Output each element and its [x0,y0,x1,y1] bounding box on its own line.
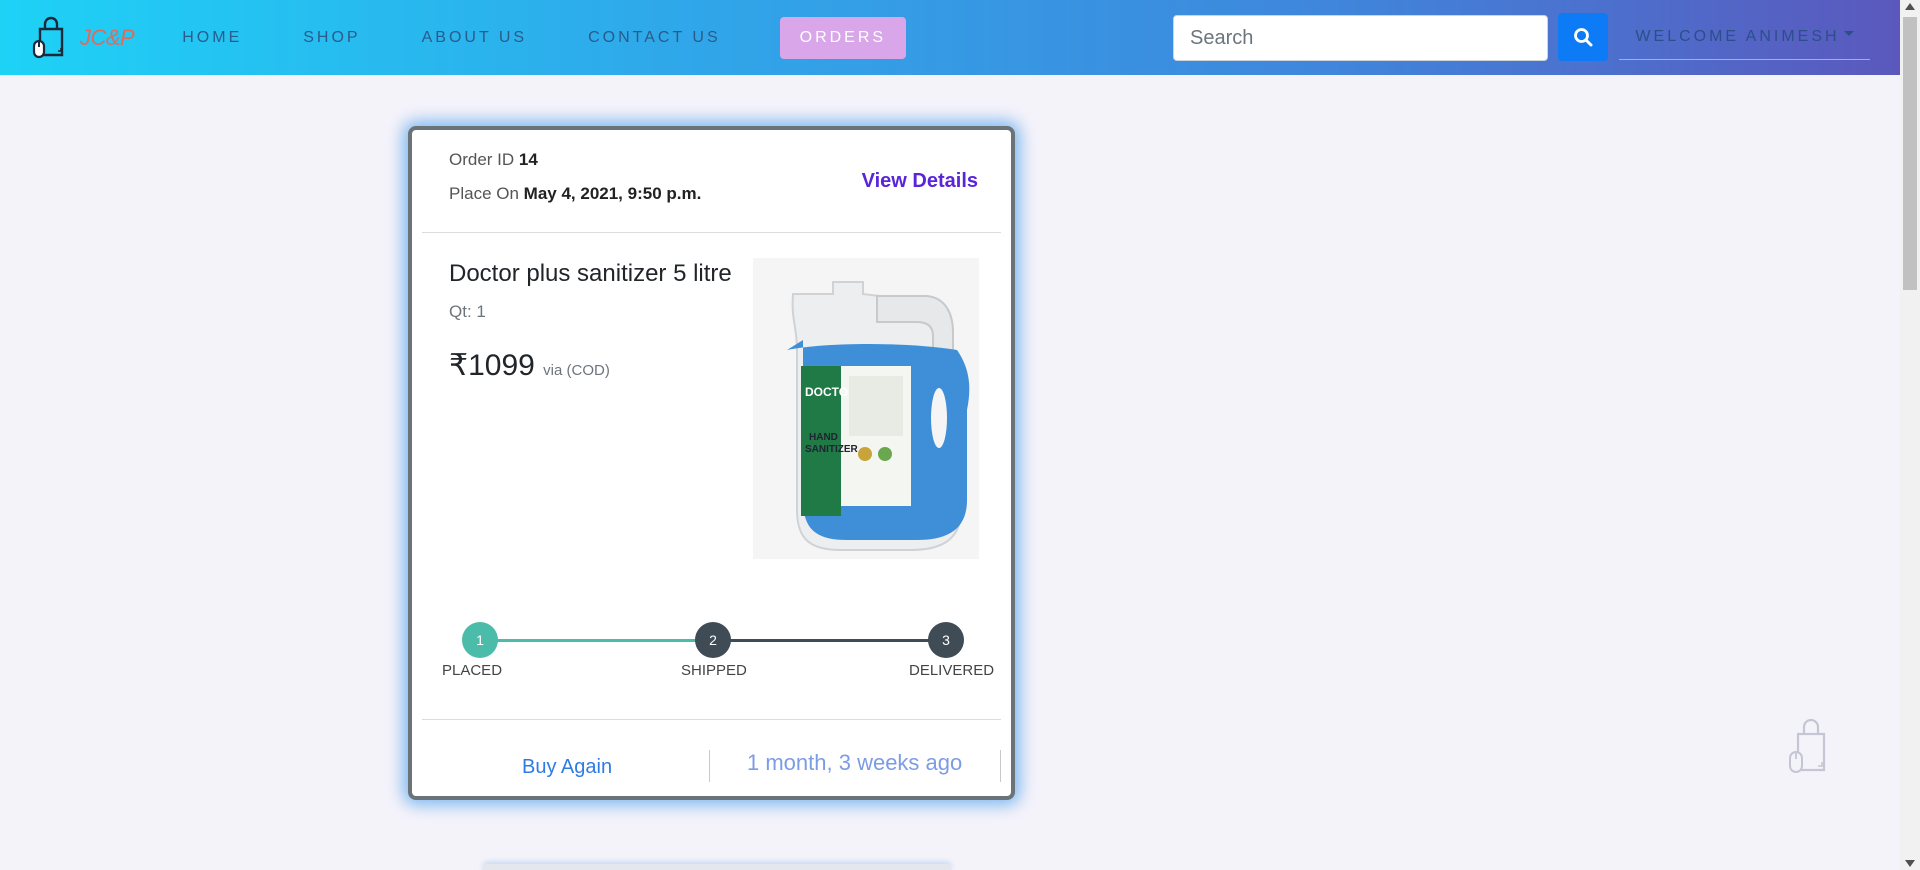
view-details-link[interactable]: View Details [862,170,978,193]
divider [422,719,1001,720]
step-delivered-label: DELIVERED [909,662,995,679]
nav-contact-us[interactable]: CONTACT US [588,29,721,47]
next-order-card-edge [482,864,952,870]
progress-line-pending [698,639,932,642]
product-price: ₹1099 via (COD) [449,348,610,383]
order-id-label: Order ID [449,150,515,169]
scroll-down-arrow-icon[interactable] [1905,860,1915,867]
hand-sanitizer-bottle-image: DOCTOR+ HAND SANITIZER [787,281,970,551]
main-nav: HOME SHOP ABOUT US CONTACT US ORDERS [182,16,907,59]
buy-again-button[interactable]: Buy Again [522,756,612,779]
divider [422,232,1001,233]
price-value: ₹1099 [449,349,535,382]
svg-text:HAND: HAND [809,432,838,443]
search-button[interactable] [1558,13,1608,61]
page-scrollbar[interactable] [1900,0,1920,870]
welcome-label: WELCOME ANIMESH [1635,27,1840,45]
product-name: Doctor plus sanitizer 5 litre [449,260,732,287]
order-id: Order ID 14 [449,150,978,170]
footer-divider [1000,750,1001,782]
top-navbar: JC&P HOME SHOP ABOUT US CONTACT US ORDER… [0,0,1900,75]
shopping-bag-mouse-icon [32,16,64,58]
order-header: Order ID 14 Place On May 4, 2021, 9:50 p… [449,150,978,204]
placed-on-label: Place On [449,184,519,203]
user-menu-dropdown[interactable]: WELCOME ANIMESH [1619,14,1870,60]
order-time-ago: 1 month, 3 weeks ago [747,750,963,775]
search-icon [1574,28,1593,47]
scroll-up-arrow-icon[interactable] [1905,3,1915,10]
scroll-thumb[interactable] [1903,17,1917,290]
footer-divider [709,750,710,782]
nav-shop[interactable]: SHOP [303,29,360,47]
step-shipped-dot: 2 [695,622,731,658]
nav-about-us[interactable]: ABOUT US [422,29,528,47]
step-placed-dot: 1 [462,622,498,658]
caret-down-icon [1843,31,1854,36]
svg-text:SANITIZER: SANITIZER [805,444,859,455]
step-placed-label: PLACED [442,662,503,679]
brand[interactable]: JC&P [32,15,135,61]
placed-on-value: May 4, 2021, 9:50 p.m. [523,184,702,203]
shopping-bag-mouse-icon [1789,718,1826,773]
nav-orders[interactable]: ORDERS [779,16,907,59]
order-id-value: 14 [518,150,538,169]
order-card: Order ID 14 Place On May 4, 2021, 9:50 p… [408,126,1015,800]
search-input[interactable] [1173,15,1548,61]
product-quantity: Qt: 1 [449,302,486,321]
step-delivered-dot: 3 [928,622,964,658]
product-image[interactable]: DOCTOR+ HAND SANITIZER [753,258,979,559]
payment-method: via (COD) [543,362,610,379]
nav-home[interactable]: HOME [182,29,242,47]
progress-line-complete [482,639,698,642]
step-shipped-label: SHIPPED [681,662,747,679]
brand-name: JC&P [80,24,135,50]
